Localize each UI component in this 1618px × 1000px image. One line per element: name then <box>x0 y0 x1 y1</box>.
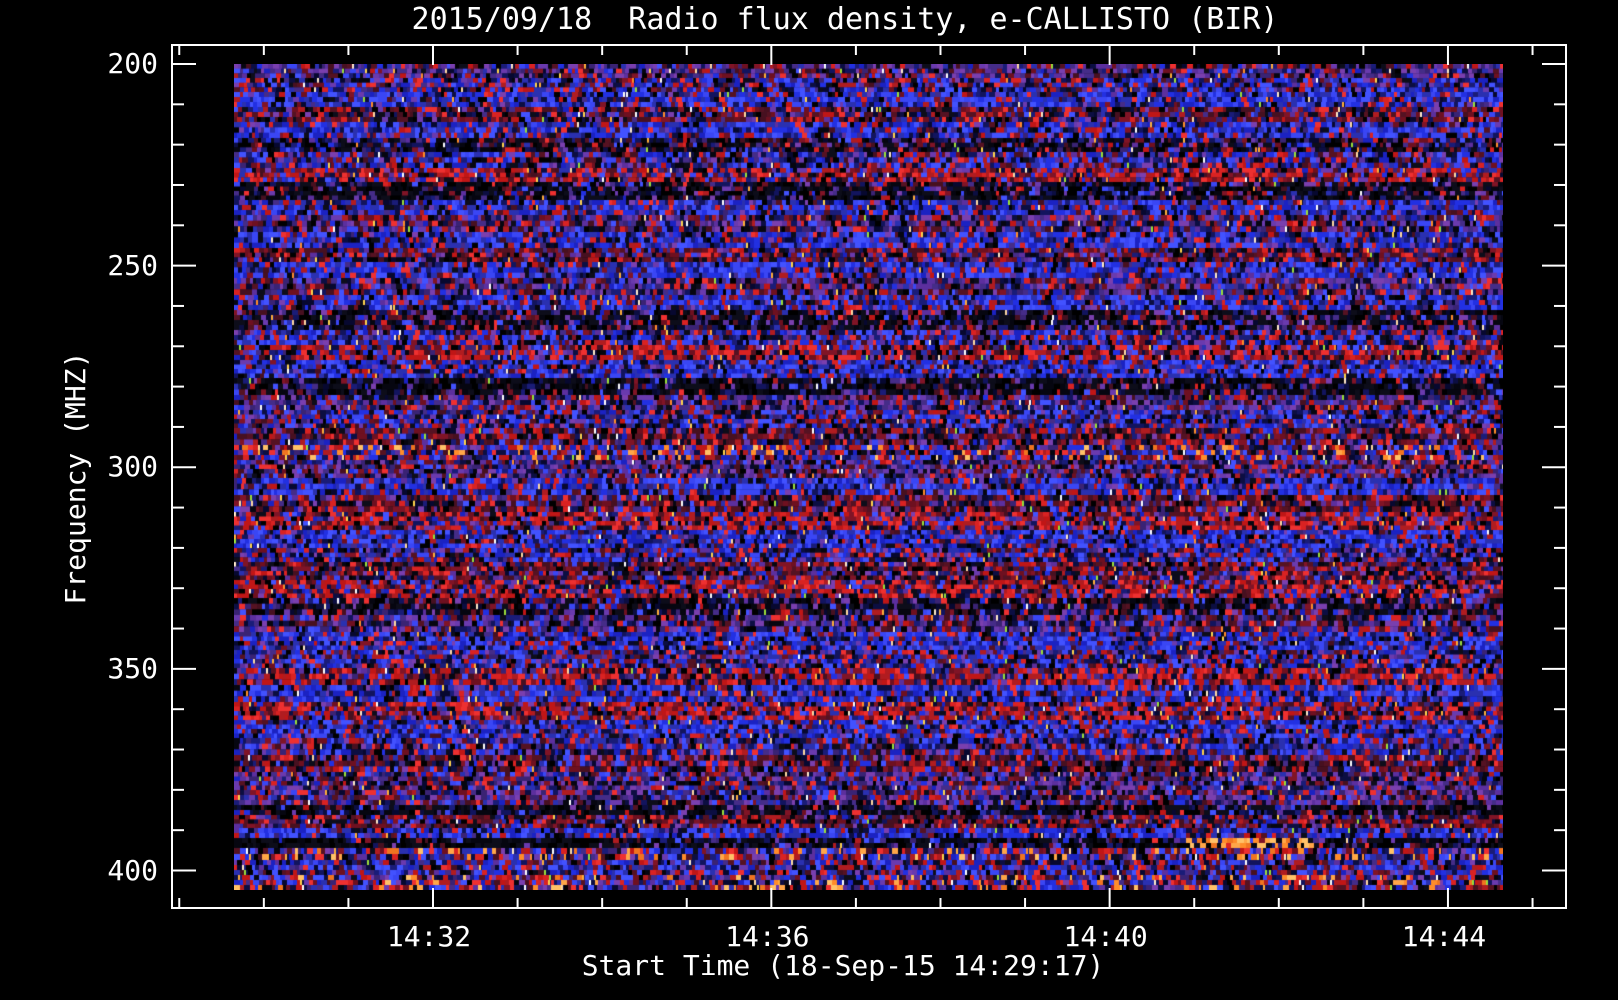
x-tick-label: 14:32 <box>386 920 472 953</box>
plot-frame <box>171 44 1567 909</box>
axes-frame <box>171 44 1567 909</box>
y-tick-label: 250 <box>107 248 158 282</box>
y-tick-label: 400 <box>107 853 158 887</box>
y-tick-label: 200 <box>107 47 158 80</box>
x-axis-label: Start Time (18-Sep-15 14:29:17) <box>581 949 1105 982</box>
y-axis-label: Frequency (MHZ) <box>59 351 92 605</box>
x-tick-label: 14:44 <box>1401 920 1487 953</box>
y-tick-label: 350 <box>107 651 158 685</box>
x-tick-label: 14:40 <box>1063 920 1148 953</box>
x-tick-label: 14:36 <box>725 920 810 953</box>
